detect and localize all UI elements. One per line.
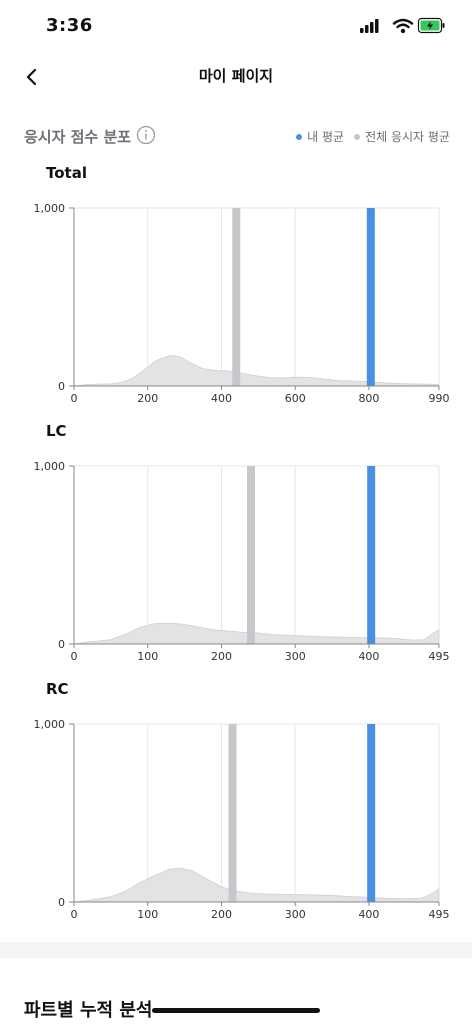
wifi-icon <box>392 18 414 34</box>
legend-label-all-average: 전체 응시자 평균 <box>365 130 450 144</box>
x-tick-label: 300 <box>285 650 306 663</box>
section-divider <box>0 942 472 958</box>
x-tick-label: 600 <box>285 392 306 405</box>
x-tick-label: 495 <box>429 650 450 663</box>
x-tick-label: 200 <box>211 908 232 921</box>
x-tick-label: 100 <box>137 650 158 663</box>
my-average-bar <box>367 466 376 644</box>
info-icon[interactable] <box>136 125 156 145</box>
x-tick-label: 0 <box>71 392 78 405</box>
y-tick-label: 0 <box>58 896 65 909</box>
chart-title-total: Total <box>46 164 87 182</box>
x-tick-label: 200 <box>137 392 158 405</box>
score-density-area <box>73 622 440 645</box>
all-average-bar <box>232 208 241 386</box>
chart-legend: 내 평균 전체 응시자 평균 <box>286 128 450 145</box>
my-average-bar <box>367 724 376 902</box>
x-tick-label: 0 <box>71 908 78 921</box>
legend-dot-my-average <box>296 133 303 140</box>
cellular-signal-icon <box>360 19 379 33</box>
x-tick-label: 400 <box>358 908 379 921</box>
x-tick-label: 300 <box>285 908 306 921</box>
home-indicator <box>152 1008 320 1013</box>
x-tick-label: 400 <box>211 392 232 405</box>
chart-title-lc: LC <box>46 422 67 440</box>
y-tick-label: 1,000 <box>34 718 66 731</box>
score-distribution-header: 응시자 점수 분포 내 평균 전체 응시자 평균 <box>24 122 452 150</box>
score-density-area <box>73 867 440 903</box>
my-average-bar <box>366 208 375 386</box>
status-time: 3:36 <box>46 15 93 36</box>
x-tick-label: 0 <box>71 650 78 663</box>
rc-score-chart: 0 1,000 0 100 200 300 400 495 <box>34 718 450 921</box>
chart-title-rc: RC <box>46 680 69 698</box>
x-tick-label: 400 <box>358 650 379 663</box>
legend-item-my-average: 내 평균 <box>296 128 344 145</box>
page-title: 마이 페이지 <box>198 67 274 85</box>
x-tick-label: 495 <box>429 908 450 921</box>
x-tick-label: 100 <box>137 908 158 921</box>
status-icons <box>360 17 445 34</box>
battery-charging-icon <box>417 17 445 34</box>
score-density-area <box>73 354 440 387</box>
section-title: 응시자 점수 분포 <box>24 128 132 146</box>
y-tick-label: 1,000 <box>34 202 66 215</box>
x-tick-label: 990 <box>429 392 450 405</box>
y-tick-label: 0 <box>58 638 65 651</box>
total-score-chart: 0 1,000 0 200 400 600 800 990 <box>34 202 450 405</box>
y-tick-label: 0 <box>58 380 65 393</box>
legend-item-all-average: 전체 응시자 평균 <box>354 128 450 145</box>
y-tick-label: 1,000 <box>34 460 66 473</box>
legend-label-my-average: 내 평균 <box>307 130 345 144</box>
all-average-bar <box>228 724 237 902</box>
lc-score-chart: 0 1,000 0 100 200 300 400 495 <box>34 460 450 663</box>
part-analysis-title: 파트별 누적 분석 <box>24 1000 153 1021</box>
x-tick-label: 200 <box>211 650 232 663</box>
status-bar: 3:36 <box>0 0 472 52</box>
nav-bar: 마이 페이지 <box>0 52 472 102</box>
legend-dot-all-average <box>354 133 361 140</box>
x-tick-label: 800 <box>358 392 379 405</box>
all-average-bar <box>246 466 255 644</box>
